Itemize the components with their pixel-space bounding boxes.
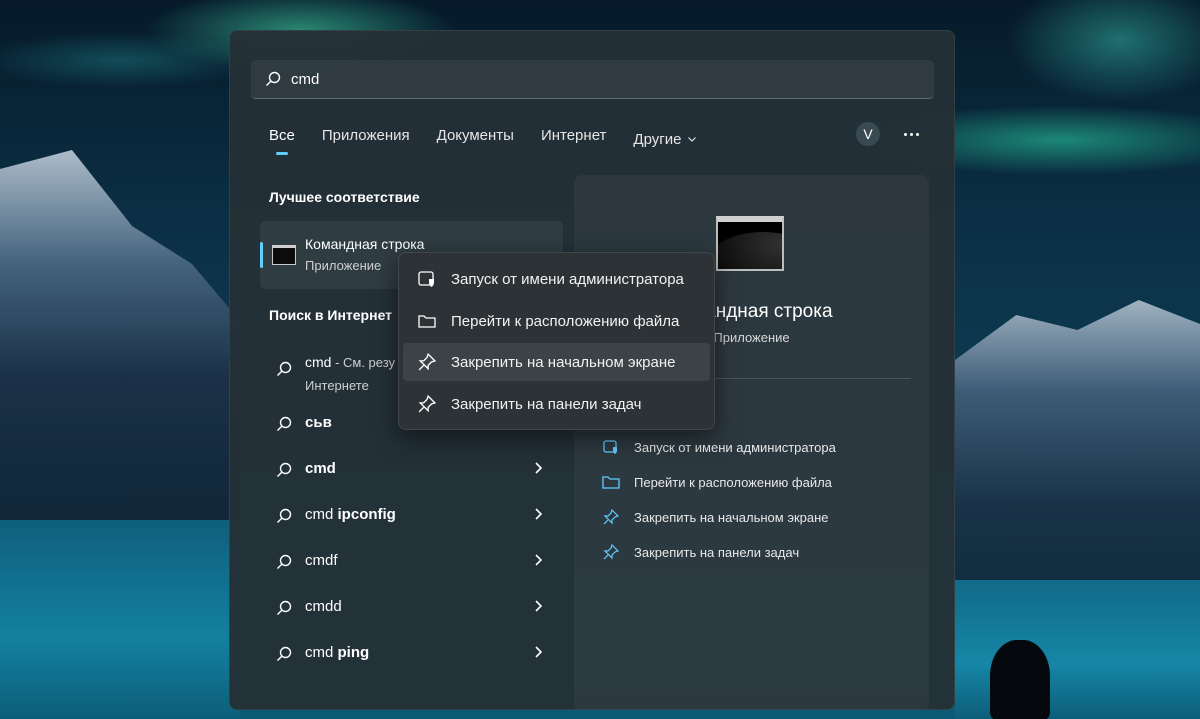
search-icon [276,462,292,483]
pin-icon [417,352,437,372]
wallpaper-ice-left [0,520,240,719]
detail-action-run-as-admin[interactable]: Запуск от имени администратора [602,436,836,458]
action-label: Запуск от имени администратора [634,439,836,455]
chevron-right-icon[interactable] [533,461,543,480]
context-item-label: Закрепить на панели задач [451,395,642,413]
suggestion-bold: ipconfig [337,506,396,523]
action-label: Закрепить на начальном экране [634,509,829,525]
wallpaper-mountain-right [955,300,1200,600]
tab-apps[interactable]: Приложения [322,127,410,151]
search-box[interactable] [251,60,934,99]
pin-icon [602,543,620,561]
command-prompt-icon [272,245,296,265]
selection-accent [260,242,263,268]
search-icon [265,71,281,92]
filter-tabs: Все Приложения Документы Интернет Другие [269,127,724,157]
search-icon [276,361,292,382]
wallpaper-hiker-silhouette [990,640,1050,719]
dot-icon [903,132,907,136]
suggestion-bold: ping [337,644,370,661]
chevron-right-icon[interactable] [533,507,543,526]
tab-more-label: Другие [633,130,682,148]
best-match-heading: Лучшее соответствие [269,189,420,205]
shield-window-icon [602,438,620,456]
web-suggestion-text: cmdd [305,598,342,615]
web-suggestion-text: cmd ping [305,644,369,661]
pin-icon [417,394,437,414]
suggestion-prefix: cmd [305,644,338,661]
context-item-label: Закрепить на начальном экране [451,353,676,371]
suggestion-bold: cmd [305,460,336,477]
web-suggestion-row[interactable]: cmd [260,447,563,493]
web-suggestion-row[interactable]: cmdf [260,539,563,585]
action-label: Перейти к расположению файла [634,474,832,490]
chevron-down-icon [687,131,697,148]
pin-icon [602,508,620,526]
web-result-line2: Интернете [305,378,369,393]
best-match-title: Командная строка [305,236,425,252]
suggestion-prefix: cmdd [305,598,342,615]
web-result-suffix: - См. резу [331,355,396,370]
dot-icon [909,132,913,136]
suggestion-prefix: cmdf [305,552,338,569]
web-suggestion-text: cmd [305,460,336,477]
dot-icon [915,132,919,136]
tab-all[interactable]: Все [269,127,295,151]
web-suggestion-text: cmd ipconfig [305,506,396,523]
suggestion-prefix: cmd [305,506,338,523]
tab-more[interactable]: Другие [633,127,697,151]
search-icon [276,508,292,529]
web-suggestion-text: сьв [305,414,332,431]
shield-window-icon [417,269,437,289]
detail-action-pin-start[interactable]: Закрепить на начальном экране [602,506,829,528]
web-suggestion-row[interactable]: cmd ping [260,631,563,677]
folder-icon [602,473,620,491]
more-options-button[interactable] [899,122,923,146]
search-icon [276,600,292,621]
command-prompt-icon [716,216,784,271]
context-item-open-location[interactable]: Перейти к расположению файла [403,302,710,340]
folder-icon [417,311,437,331]
active-tab-indicator [276,152,288,155]
search-input[interactable] [291,60,891,99]
chevron-right-icon[interactable] [533,599,543,618]
search-icon [276,554,292,575]
search-icon [276,646,292,667]
chevron-right-icon[interactable] [533,553,543,572]
best-match-subtitle: Приложение [305,258,382,273]
context-item-label: Запуск от имени администратора [451,270,684,288]
suggestion-bold: сьв [305,414,332,431]
tab-web[interactable]: Интернет [541,127,606,151]
web-search-heading: Поиск в Интернет [269,307,393,323]
web-suggestion-row[interactable]: cmdd [260,585,563,631]
search-icon [276,416,292,437]
web-suggestion-row[interactable]: cmd ipconfig [260,493,563,539]
tab-documents[interactable]: Документы [437,127,514,151]
web-result-text: cmd - См. резу Интернете [305,351,395,397]
web-result-query: cmd [305,354,332,370]
context-item-run-as-admin[interactable]: Запуск от имени администратора [403,260,710,298]
context-item-label: Перейти к расположению файла [451,312,680,330]
action-label: Закрепить на панели задач [634,544,800,560]
context-item-pin-taskbar[interactable]: Закрепить на панели задач [403,385,710,423]
web-suggestion-text: cmdf [305,552,338,569]
account-avatar[interactable]: V [856,122,880,146]
chevron-right-icon[interactable] [533,645,543,664]
context-menu: Запуск от имени администратора Перейти к… [398,252,715,430]
context-item-pin-start[interactable]: Закрепить на начальном экране [403,343,710,381]
detail-action-open-location[interactable]: Перейти к расположению файла [602,471,832,493]
detail-action-pin-taskbar[interactable]: Закрепить на панели задач [602,541,799,563]
